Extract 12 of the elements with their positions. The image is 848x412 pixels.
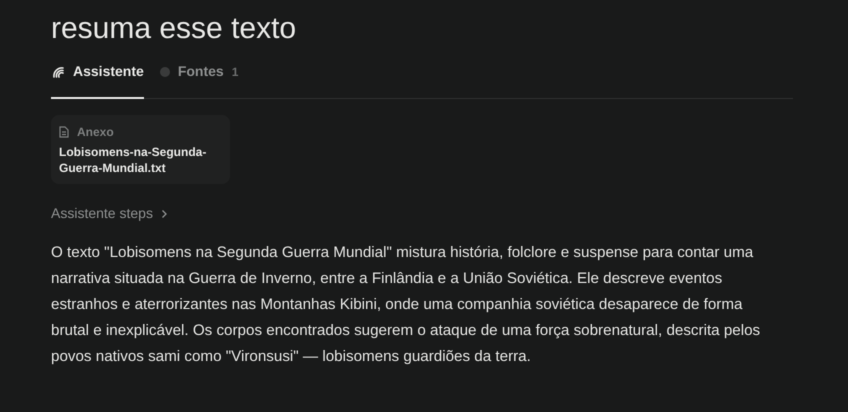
file-name: Lobisomens-na-Segunda-Guerra-Mundial.txt (59, 144, 208, 176)
document-icon (59, 126, 69, 138)
attachment-label: Anexo (77, 124, 114, 141)
signal-icon (51, 64, 65, 78)
count-label: 1 (232, 64, 238, 80)
attachment-card[interactable]: Anexo Lobisomens-na-Segunda-Guerra-Mundial.txt (51, 115, 230, 184)
answer-paragraph: O texto "Lobisomens na Segunda Guerra Mundial" mistura história, folclore e suspense para contar uma narrativa situada na Guerra de Inverno, entre a Finlândia e a União Soviética. Ele descreve eventos estranhos e aterrorizantes nas Montanhas Kibini, onde uma companhia soviética desaparece de forma brutal e inexplicável. Os corpos encontrados sugerem o ataque de uma força sobrenatural, descrita pelos povos nativos sami como "Vironsusi" — lobisomens guardiões da terra. (51, 243, 762, 367)
steps-toggle[interactable]: Assistente steps (51, 203, 168, 224)
chevron-icon (160, 208, 168, 218)
tab[interactable]: Fontes 1 (160, 61, 238, 99)
tab[interactable]: Assistente (51, 61, 144, 99)
page-title: resuma esse texto (51, 11, 298, 45)
